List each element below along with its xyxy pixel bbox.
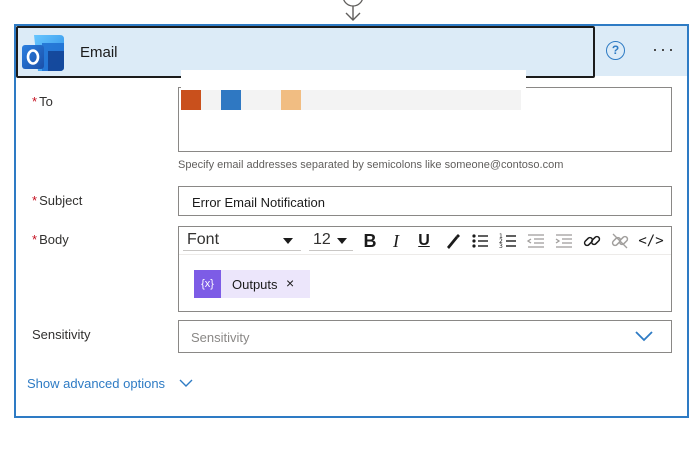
subject-field[interactable]: Error Email Notification [178,186,672,216]
numbered-list-icon[interactable]: 1 2 3 [497,230,519,252]
sensitivity-label: Sensitivity [32,327,91,342]
body-label-text: Body [39,232,69,247]
to-label: * To [32,94,53,109]
subject-label-text: Subject [39,193,83,208]
bold-button[interactable]: B [359,230,381,252]
token-label: Outputs [232,277,278,292]
sensitivity-placeholder: Sensitivity [191,330,250,345]
close-icon[interactable]: × [286,275,294,291]
underline-button[interactable]: U [413,230,435,252]
chevron-down-icon[interactable] [178,377,194,389]
chevron-down-icon [337,238,347,244]
italic-button[interactable]: I [385,230,407,252]
card-header[interactable]: Email ? ··· [16,26,687,78]
font-family-value: Font [187,231,220,248]
increase-indent-icon[interactable] [553,230,575,252]
to-hint: Specify email addresses separated by sem… [178,159,564,171]
body-label: * Body [32,232,69,247]
recipient-token[interactable] [281,90,301,110]
chevron-down-icon [635,331,653,342]
card-title: Email [80,44,118,61]
required-marker: * [32,232,38,247]
help-icon[interactable]: ? [606,41,625,60]
svg-text:3: 3 [499,243,503,250]
decrease-indent-icon[interactable] [525,230,547,252]
font-family-select[interactable]: Font [183,229,301,251]
link-icon[interactable] [581,230,603,252]
to-recipients [181,70,526,110]
required-marker: * [32,193,38,208]
font-size-value: 12 [313,231,331,248]
code-view-icon[interactable]: </> [637,230,665,252]
connector-arrow-icon [343,0,363,21]
show-advanced-options-link[interactable]: Show advanced options [27,376,165,391]
outputs-token[interactable]: {x} Outputs × [194,270,310,298]
font-size-select[interactable]: 12 [309,229,353,251]
more-icon[interactable]: ··· [649,39,679,59]
to-label-text: To [39,94,53,109]
subject-label: * Subject [32,193,82,208]
rich-text-toolbar: Font 12 B I U 1 2 3 </> [179,227,671,255]
body-editor[interactable]: Font 12 B I U 1 2 3 </> {x} Outputs × [178,226,672,312]
chevron-down-icon [283,238,293,244]
outlook-icon [22,35,64,71]
required-marker: * [32,94,38,109]
expression-icon: {x} [194,270,221,298]
recipient-token[interactable] [221,90,241,110]
sensitivity-dropdown[interactable]: Sensitivity [178,320,672,353]
recipient-token[interactable] [181,90,201,110]
unlink-icon[interactable] [609,230,631,252]
bullet-list-icon[interactable] [469,230,491,252]
text-color-icon[interactable] [441,230,463,252]
email-action-card: Email ? ··· * To Specify email addresses … [14,24,689,418]
subject-value: Error Email Notification [192,195,325,210]
